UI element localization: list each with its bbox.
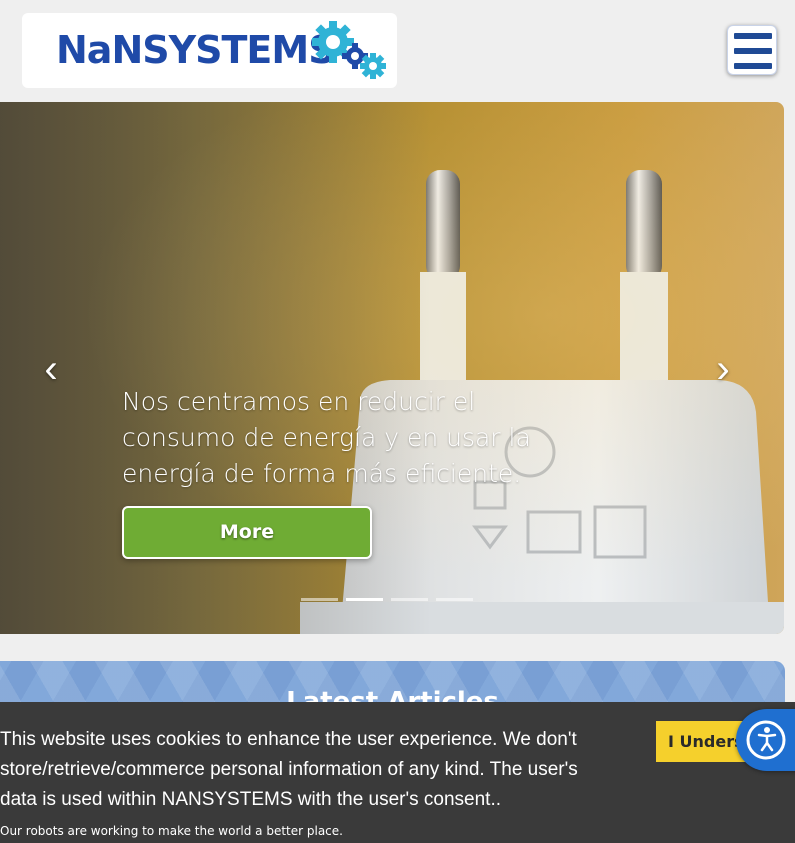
logo-text: NaNSYSTEMS [56, 28, 336, 72]
slide-indicator[interactable] [391, 598, 428, 601]
cookie-message: This website uses cookies to enhance the… [0, 729, 578, 810]
menu-button[interactable] [727, 25, 777, 75]
hero-slider: ‹ › Nos centramos en reducir el consumo … [0, 102, 784, 634]
slide-caption: Nos centramos en reducir el consumo de e… [122, 387, 531, 488]
chevron-left-icon: ‹ [44, 347, 58, 391]
chevron-right-icon: › [716, 347, 730, 391]
more-button[interactable]: More [122, 506, 372, 559]
gears-icon [312, 21, 386, 79]
slide-indicator[interactable] [436, 598, 473, 601]
slide-indicator[interactable] [301, 598, 338, 601]
next-slide-button[interactable]: › [708, 349, 738, 389]
site-logo[interactable]: NaNSYSTEMS [22, 13, 397, 88]
prev-slide-button[interactable]: ‹ [36, 349, 66, 389]
hero-overlay [0, 102, 784, 634]
cookie-tagline: Our robots are working to make the world… [0, 824, 343, 838]
cookie-banner: This website uses cookies to enhance the… [0, 702, 795, 843]
accessibility-button[interactable] [736, 709, 795, 771]
slide-indicator[interactable] [346, 598, 383, 601]
accessibility-icon [746, 720, 786, 760]
